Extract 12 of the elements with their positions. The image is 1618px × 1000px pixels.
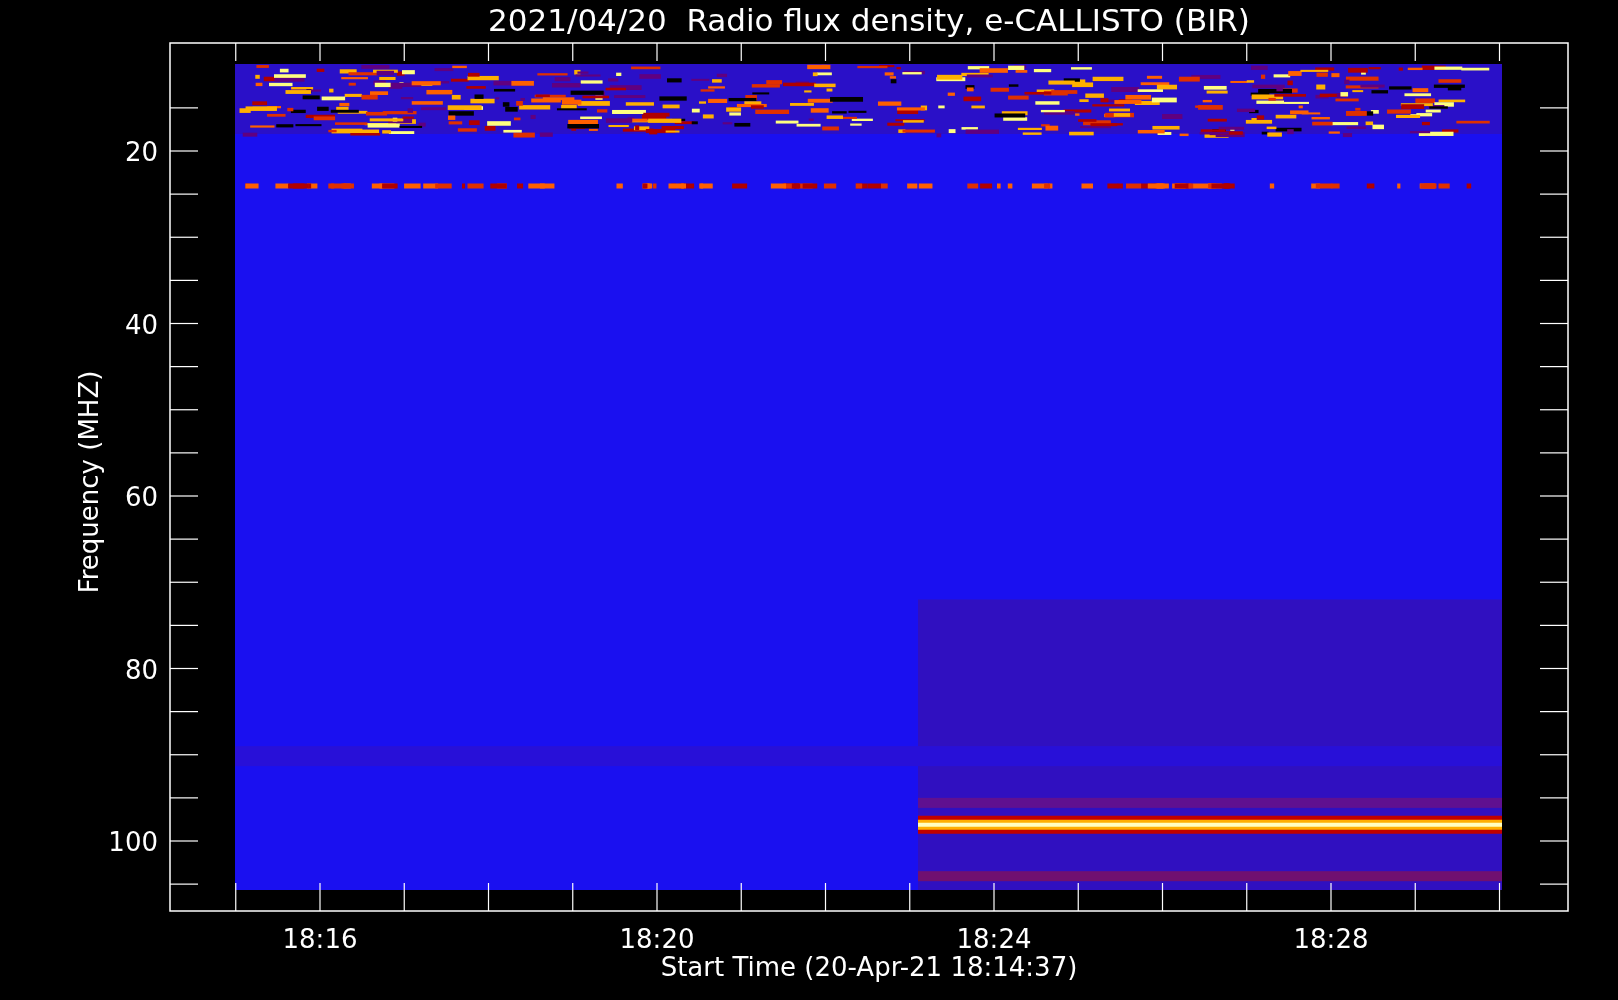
- y-tick-label: 20: [124, 137, 158, 167]
- chart-title: 2021/04/20 Radio flux density, e-CALLISTO (BIR): [488, 2, 1250, 38]
- y-axis-label: Frequency (MHZ): [74, 370, 104, 594]
- x-tick-label: 18:16: [282, 924, 358, 954]
- y-tick-label: 60: [124, 482, 158, 512]
- x-axis-label: Start Time (20-Apr-21 18:14:37): [660, 952, 1078, 982]
- x-tick-label: 18:28: [1293, 924, 1369, 954]
- y-tick-label: 40: [124, 309, 158, 340]
- x-tick-label: 18:20: [619, 924, 695, 954]
- y-tick-label: 100: [108, 827, 158, 857]
- x-tick-label: 18:24: [956, 924, 1032, 954]
- y-tick-label: 80: [124, 654, 158, 685]
